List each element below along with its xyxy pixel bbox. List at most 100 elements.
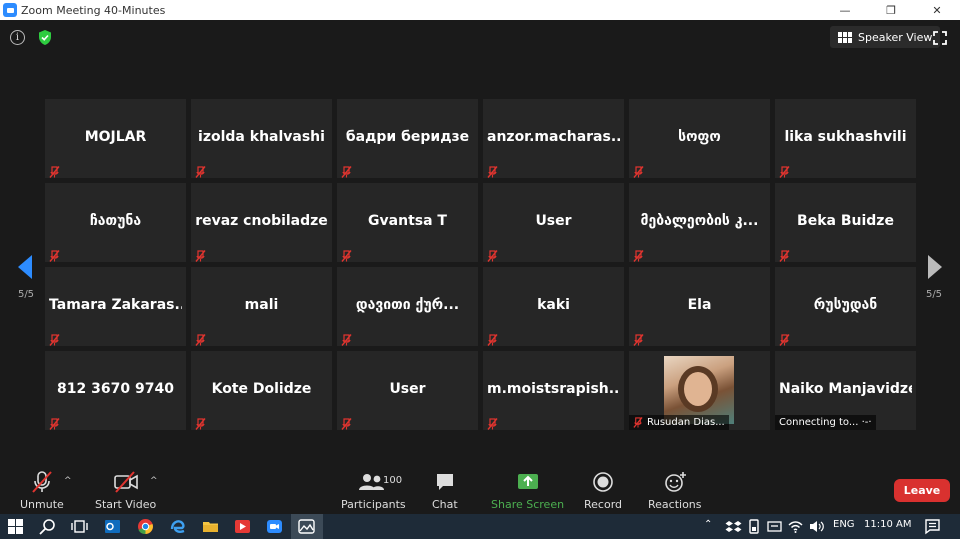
- participant-tile[interactable]: Gvantsa T: [337, 183, 478, 262]
- participant-name: Rusudan Dias...: [647, 417, 725, 428]
- participant-name: მებალეობის კ...: [640, 213, 759, 229]
- participant-name: mali: [244, 297, 279, 313]
- notifications-icon[interactable]: [924, 518, 941, 535]
- start-video-label: Start Video: [95, 498, 157, 511]
- participant-tile[interactable]: Rusudan Dias...: [629, 351, 770, 430]
- muted-microphone-icon: [49, 415, 60, 430]
- close-button[interactable]: ✕: [914, 0, 960, 20]
- restore-button[interactable]: ❐: [868, 0, 914, 20]
- share-screen-button[interactable]: Share Screen: [491, 470, 564, 511]
- participant-name: რუსუდან: [813, 297, 878, 313]
- participant-tile[interactable]: MOJLAR: [45, 99, 186, 178]
- speaker-view-button[interactable]: Speaker View: [830, 26, 941, 48]
- participants-label: Participants: [341, 498, 406, 511]
- participant-tile[interactable]: mali: [191, 267, 332, 346]
- participant-name: დავითი ქურ...: [355, 297, 460, 313]
- wifi-icon[interactable]: [787, 518, 804, 535]
- participant-tile[interactable]: Tamara Zakaras...: [45, 267, 186, 346]
- file-explorer-icon[interactable]: [202, 518, 219, 535]
- minimize-button[interactable]: —: [822, 0, 868, 20]
- participant-name: m.moistsrapish...: [487, 381, 620, 397]
- edge-icon[interactable]: [169, 518, 186, 535]
- volume-icon[interactable]: [808, 518, 825, 535]
- dropbox-icon[interactable]: [725, 518, 742, 535]
- participant-tile[interactable]: m.moistsrapish...: [483, 351, 624, 430]
- participant-tile[interactable]: Beka Buidze: [775, 183, 916, 262]
- muted-microphone-icon: [195, 163, 206, 178]
- chat-label: Chat: [432, 498, 458, 511]
- participant-tile[interactable]: User: [337, 351, 478, 430]
- participant-name: anzor.macharas...: [487, 129, 620, 145]
- muted-microphone-icon: [633, 247, 644, 262]
- muted-microphone-icon: [49, 247, 60, 262]
- video-muted-icon: [113, 471, 138, 493]
- speaker-view-label: Speaker View: [858, 30, 933, 44]
- participant-tile[interactable]: User: [483, 183, 624, 262]
- participant-tile[interactable]: Naiko Manjavidze Connecting to... ·-·: [775, 351, 916, 430]
- muted-microphone-icon: [341, 331, 352, 346]
- muted-microphone-icon: [487, 415, 498, 430]
- window-controls: — ❐ ✕: [822, 0, 960, 20]
- task-view-icon[interactable]: [71, 518, 88, 535]
- zoom-taskbar-icon[interactable]: [266, 518, 283, 535]
- participant-name: User: [389, 381, 426, 397]
- tray-show-hidden-icon[interactable]: ⌃: [704, 519, 712, 530]
- muted-microphone-icon: [779, 163, 790, 178]
- windows-start-icon[interactable]: [7, 518, 24, 535]
- record-icon: [593, 472, 613, 492]
- battery-icon[interactable]: [746, 518, 763, 535]
- reactions-button[interactable]: Reactions: [648, 470, 702, 511]
- participant-tile[interactable]: Kote Dolidze: [191, 351, 332, 430]
- muted-microphone-icon: [487, 163, 498, 178]
- encryption-shield-icon[interactable]: [37, 29, 53, 46]
- participant-tile[interactable]: დავითი ქურ...: [337, 267, 478, 346]
- search-icon[interactable]: [39, 518, 56, 535]
- participant-tile[interactable]: kaki: [483, 267, 624, 346]
- input-language-indicator[interactable]: ENG: [833, 519, 855, 530]
- next-page-pager[interactable]: 5/5: [911, 228, 957, 308]
- muted-microphone-icon: [195, 415, 206, 430]
- participant-tile[interactable]: ჩათუნა: [45, 183, 186, 262]
- participant-tile[interactable]: Ela: [629, 267, 770, 346]
- record-button[interactable]: Record: [584, 470, 622, 511]
- start-video-button[interactable]: Start Video: [95, 470, 156, 511]
- participant-gallery: MOJLAR izolda khalvashi бадри беридзе anzor…: [45, 99, 916, 432]
- audio-options-caret[interactable]: ^: [64, 476, 72, 486]
- reactions-icon: [664, 472, 686, 492]
- fullscreen-icon[interactable]: [933, 31, 947, 45]
- previous-page-pager[interactable]: 5/5: [3, 228, 49, 308]
- participant-tile[interactable]: revaz cnobiladze: [191, 183, 332, 262]
- system-clock[interactable]: 11:10 AM: [864, 519, 911, 530]
- grid-view-icon: [838, 31, 852, 43]
- participant-tile[interactable]: 812 3670 9740: [45, 351, 186, 430]
- muted-microphone-icon: [195, 247, 206, 262]
- pen-workspace-icon[interactable]: [766, 518, 783, 535]
- muted-microphone-icon: [633, 163, 644, 178]
- unmute-button[interactable]: Unmute: [20, 470, 64, 511]
- participant-tile[interactable]: სოფო: [629, 99, 770, 178]
- muted-microphone-icon: [487, 331, 498, 346]
- participant-tile[interactable]: izolda khalvashi: [191, 99, 332, 178]
- participant-tile[interactable]: lika sukhashvili: [775, 99, 916, 178]
- participant-tile[interactable]: რუსუდან: [775, 267, 916, 346]
- arrow-right-icon: [928, 255, 942, 279]
- participant-tile[interactable]: anzor.macharas...: [483, 99, 624, 178]
- participant-name: Kote Dolidze: [211, 381, 312, 397]
- chat-button[interactable]: Chat: [432, 470, 458, 511]
- video-options-caret[interactable]: ^: [150, 476, 158, 486]
- reactions-label: Reactions: [648, 498, 702, 511]
- microphone-muted-icon: [32, 471, 52, 493]
- leave-meeting-button[interactable]: Leave: [894, 479, 950, 502]
- meeting-info-icon[interactable]: i: [10, 30, 25, 45]
- photos-app-icon[interactable]: [298, 518, 315, 535]
- chrome-icon[interactable]: [137, 518, 154, 535]
- record-label: Record: [584, 498, 623, 511]
- participant-name: lika sukhashvili: [784, 129, 907, 145]
- participant-tile[interactable]: бадри беридзе: [337, 99, 478, 178]
- share-screen-label: Share Screen: [491, 498, 565, 511]
- outlook-icon[interactable]: [104, 518, 121, 535]
- participant-name: бадри беридзе: [345, 129, 470, 145]
- media-player-icon[interactable]: [234, 518, 251, 535]
- participant-tile[interactable]: მებალეობის კ...: [629, 183, 770, 262]
- participant-video: [664, 356, 734, 424]
